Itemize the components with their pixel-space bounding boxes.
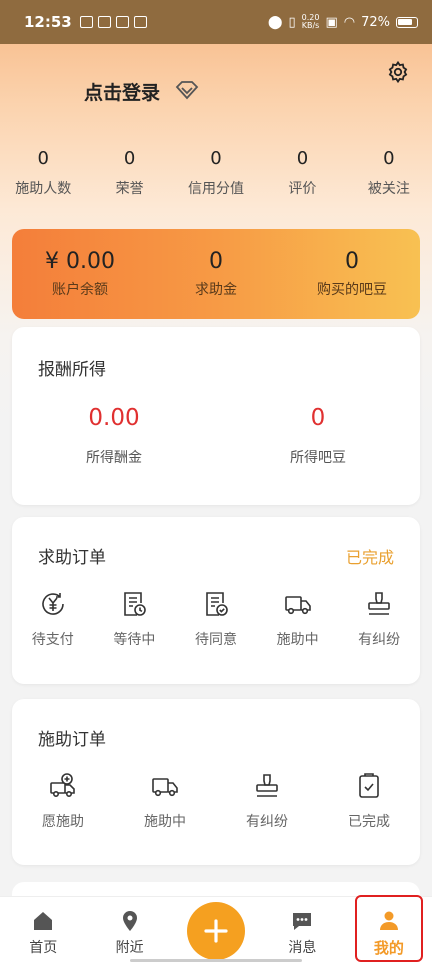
wallet-beans[interactable]: 0 购买的吧豆 [284, 249, 420, 319]
doc-clock-icon [124, 592, 147, 616]
give-willing[interactable]: 愿施助 [12, 771, 114, 831]
give-completed[interactable]: 已完成 [318, 771, 420, 831]
help-orders-completed-link[interactable]: 已完成 [346, 544, 394, 568]
calendar-icon [115, 16, 129, 28]
stats-row: 0 施助人数 0 荣誉 0 信用分值 0 评价 0 被关注 [0, 148, 432, 198]
stat-credit[interactable]: 0 信用分值 [173, 148, 259, 198]
tab-messages[interactable]: 消息 [259, 897, 345, 964]
give-orders-title: 施助订单 [38, 730, 106, 750]
home-icon [34, 912, 53, 930]
tab-nearby[interactable]: 附近 [86, 897, 172, 964]
yuan-refresh-icon [42, 593, 64, 615]
login-button[interactable]: 点击登录 [84, 78, 160, 105]
clipboard-check-icon [359, 773, 379, 798]
reward-beans[interactable]: 0 所得吧豆 [216, 405, 420, 467]
give-disputed[interactable]: 有纠纷 [216, 771, 318, 831]
battery-icon [396, 16, 418, 28]
truck-icon [152, 778, 178, 797]
stat-honor[interactable]: 0 荣誉 [86, 148, 172, 198]
reward-money[interactable]: 0.00 所得酬金 [12, 405, 216, 467]
wallet-card: ¥ 0.00 账户余额 0 求助金 0 购买的吧豆 [12, 229, 420, 319]
home-indicator [130, 959, 302, 962]
give-orders-card: 施助订单 愿施助 施助中 有纠纷 已完成 [12, 699, 420, 865]
app-icon [97, 16, 111, 28]
vibrate-icon: ▯ [288, 14, 296, 30]
stat-followers[interactable]: 0 被关注 [346, 148, 432, 198]
net-speed: 0.20 KB/s [301, 13, 320, 30]
rewards-title: 报酬所得 [38, 360, 106, 380]
truck-plus-icon [50, 773, 75, 797]
help-orders-card: 求助订单 已完成 待支付 等待中 待同意 施助中 有纠纷 [12, 517, 420, 684]
wallet-help-fund[interactable]: 0 求助金 [148, 249, 284, 319]
chat-icon [293, 913, 312, 930]
order-disputed[interactable]: 有纠纷 [338, 589, 420, 649]
tab-home[interactable]: 首页 [0, 897, 86, 964]
wifi-icon: ◠ [343, 14, 356, 30]
stamp-icon [368, 592, 390, 615]
diamond-icon [175, 81, 199, 100]
add-post-button[interactable] [187, 902, 245, 960]
gear-icon[interactable] [386, 60, 410, 84]
order-in-progress[interactable]: 施助中 [257, 589, 339, 649]
rewards-card: 报酬所得 0.00 所得酬金 0 所得吧豆 [12, 327, 420, 505]
signal-icon: ▣ [325, 14, 338, 30]
selection-highlight-box [355, 895, 423, 962]
stat-reviews[interactable]: 0 评价 [259, 148, 345, 198]
stamp-icon [256, 774, 278, 797]
status-bar: 12:53 ⬤ ▯ 0.20 KB/s ▣ ◠ 72% [0, 0, 432, 44]
mail-icon [79, 16, 93, 28]
status-time: 12:53 [24, 13, 72, 31]
battery-percent: 72% [361, 14, 390, 30]
app2-icon [133, 16, 147, 28]
stat-help-count[interactable]: 0 施助人数 [0, 148, 86, 198]
location-status-icon: ⬤ [267, 14, 283, 30]
plus-icon [204, 919, 228, 943]
order-waiting[interactable]: 等待中 [94, 589, 176, 649]
wallet-balance[interactable]: ¥ 0.00 账户余额 [12, 249, 148, 319]
give-in-progress[interactable]: 施助中 [114, 771, 216, 831]
help-orders-title: 求助订单 [38, 548, 106, 568]
truck-icon [284, 596, 311, 615]
order-awaiting-approval[interactable]: 待同意 [175, 589, 257, 649]
doc-check-icon [206, 592, 228, 616]
order-pending-payment[interactable]: 待支付 [12, 589, 94, 649]
location-icon [122, 911, 137, 931]
